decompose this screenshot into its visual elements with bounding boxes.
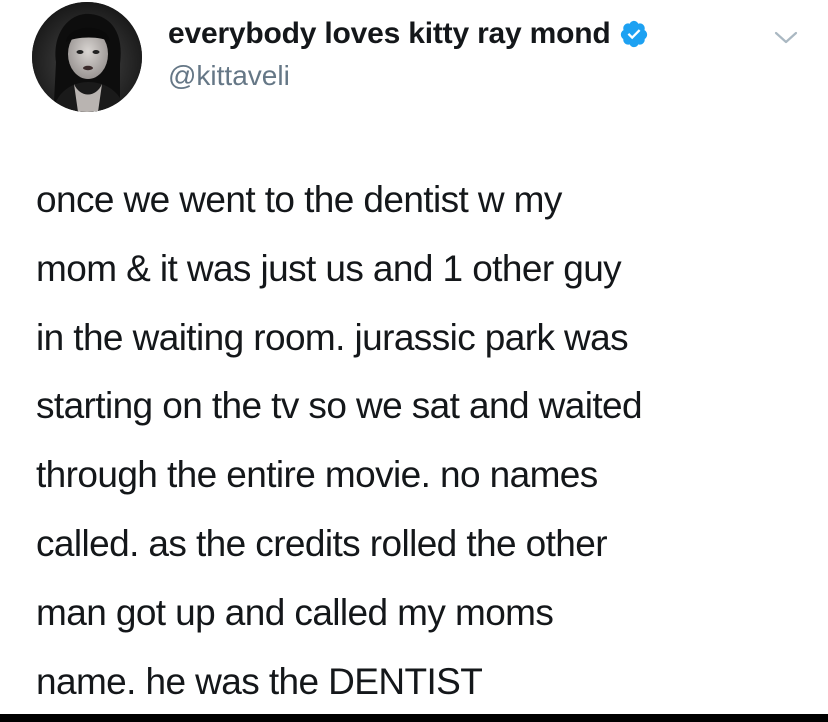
tweet-text-line: name. he was the DENTIST [36,660,483,702]
tweet-text-line: starting on the tv so we sat and waited [36,385,643,427]
tweet-text-line: once we went to the dentist w my [36,179,562,220]
tweet-text-line: called. as the credits rolled the other [36,522,608,564]
tweet-text-line: through the entire movie. no names [36,454,598,496]
bottom-border [0,714,828,722]
display-name[interactable]: everybody loves kitty ray mond [168,17,611,51]
chevron-down-icon[interactable] [770,28,802,48]
display-name-row: everybody loves kitty ray mond [168,14,649,54]
tweet-text-line: in the waiting room. jurassic park was [36,316,629,358]
tweet-text-line: mom & it was just us and 1 other guy [36,247,622,289]
avatar[interactable] [32,2,142,112]
profile-photo-icon [32,2,142,112]
user-handle[interactable]: @kittaveli [168,60,649,92]
tweet-text-line: man got up and called my moms [36,591,554,633]
tweet-card: everybody loves kitty ray mond @kittavel… [0,0,828,714]
tweet-text: once we went to the dentist w my mom & i… [36,166,816,716]
verified-badge-icon [619,19,649,49]
tweet-author: everybody loves kitty ray mond @kittavel… [168,14,649,92]
